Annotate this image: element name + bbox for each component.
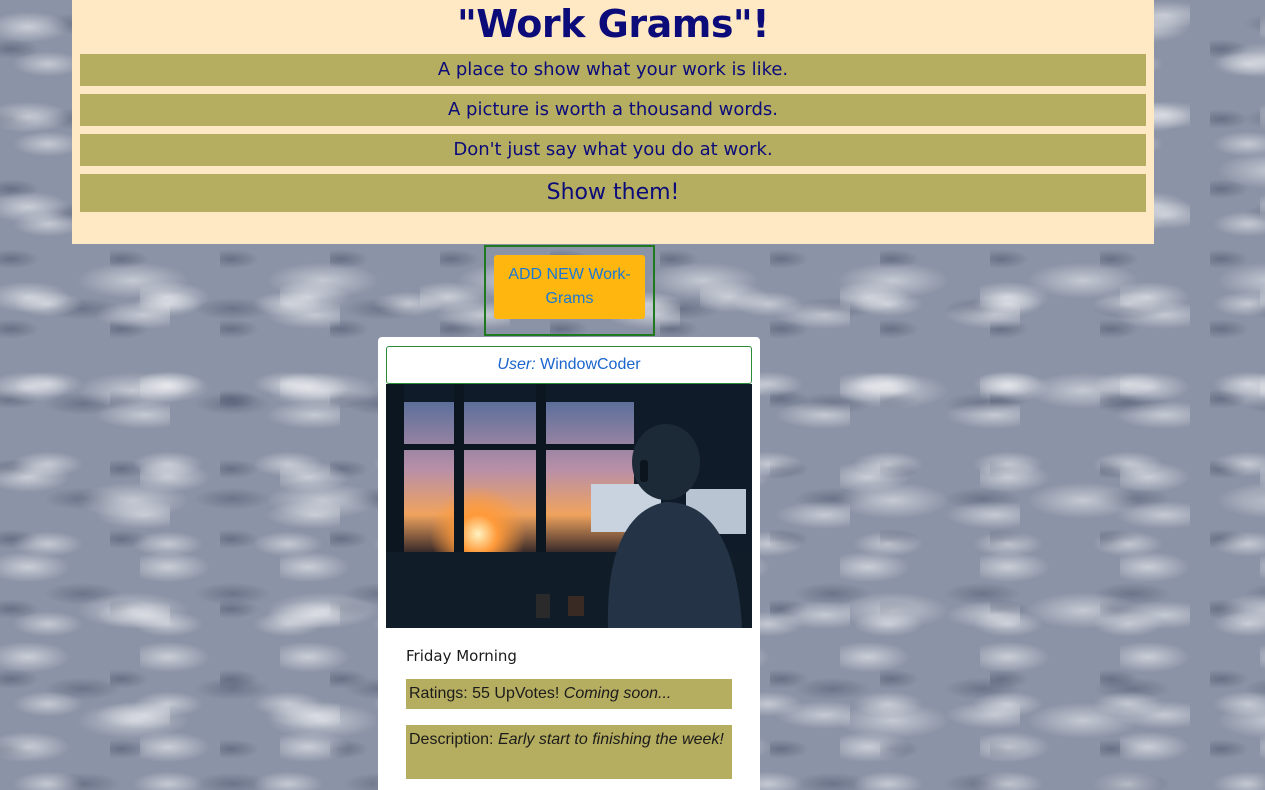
tagline-1: A place to show what your work is like. [80, 54, 1146, 86]
page-title: "Work Grams"! [456, 2, 770, 46]
description-text: Early start to finishing the week! [497, 731, 724, 748]
user-link[interactable]: User: WindowCoder [386, 346, 752, 384]
ratings-box: Ratings: 55 UpVotes! Coming soon... [406, 679, 732, 709]
add-button-container: ADD NEW Work-Grams [484, 245, 655, 336]
description-label: Description: [409, 731, 494, 748]
tagline-4: Show them! [80, 174, 1146, 212]
tagline-2: A picture is worth a thousand words. [80, 94, 1146, 126]
site-header: "Work Grams"! A place to show what your … [72, 0, 1154, 244]
workgram-card: User: WindowCoder Friday Morning Ratings… [378, 337, 760, 790]
tagline-3: Don't just say what you do at work. [80, 134, 1146, 166]
post-photo [386, 384, 752, 628]
description-box: Description: Early start to finishing th… [406, 725, 732, 779]
ratings-label: Ratings: 55 UpVotes! [409, 685, 560, 702]
user-label: User: [497, 356, 536, 373]
post-title: Friday Morning [406, 647, 517, 665]
page-background: { "header": { "title": "\"Work Grams\"!"… [0, 0, 1265, 790]
ratings-note: Coming soon... [563, 685, 672, 702]
add-new-workgram-button[interactable]: ADD NEW Work-Grams [494, 255, 645, 319]
username: WindowCoder [540, 356, 641, 373]
